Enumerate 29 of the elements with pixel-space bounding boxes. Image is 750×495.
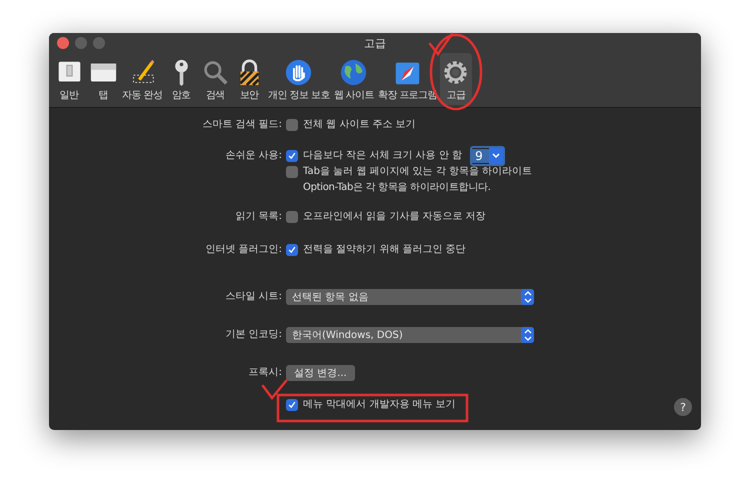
setting-label: 손쉬운 사용: (224, 149, 283, 163)
toolbar-tab[interactable]: 개인 정보 보호 (267, 53, 331, 105)
setting-label: 스타일 시트: (224, 290, 283, 304)
checkbox-label[interactable]: 오프라인에서 읽을 기사를 자동으로 저장 (303, 210, 486, 224)
change-settings-button[interactable]: 설정 변경... (286, 365, 355, 381)
toolbar-tab[interactable]: 자동 완성 (121, 53, 164, 105)
checkbox-label[interactable]: 전체 웹 사이트 주소 보기 (303, 118, 416, 132)
toolbar-tab[interactable]: 탭 (87, 53, 119, 105)
popup-menu[interactable]: 한국어(Windows, DOS) (286, 327, 534, 343)
setting-label: 읽기 목록: (234, 210, 283, 224)
toolbar-tab[interactable]: 보안 (233, 53, 266, 105)
font-size-combo-box[interactable]: 9 (470, 146, 505, 166)
checkbox-label[interactable]: 다음보다 작은 서체 크기 사용 안 함 (303, 149, 462, 163)
window-title: 고급 (364, 36, 386, 50)
setting-label: 프록시: (248, 366, 283, 380)
hint-text: Option-Tab은 각 항목을 하이라이트합니다. (302, 181, 491, 195)
toolbar-tab[interactable]: 암호 (165, 53, 198, 105)
toolbar-tab[interactable]: 검색 (199, 53, 232, 105)
help-button[interactable]: ? (674, 398, 692, 416)
setting-label: 기본 인코딩: (224, 328, 283, 342)
setting-label: 인터넷 플러그인: (204, 243, 283, 257)
toolbar-tab[interactable]: 일반 (53, 53, 85, 105)
checkbox-label[interactable]: 메뉴 막대에서 개발자용 메뉴 보기 (303, 398, 456, 412)
popup-menu[interactable]: 선택된 항목 없음 (286, 289, 534, 305)
checkbox-label[interactable]: Tab을 눌러 웹 페이지에 있는 각 항목을 하이라이트 (303, 165, 532, 179)
setting-label: 스마트 검색 필드: (201, 118, 283, 132)
toolbar-tab[interactable]: 고급 (440, 53, 472, 105)
checkbox-label[interactable]: 전력을 절약하기 위해 플러그인 중단 (303, 243, 466, 257)
toolbar-tab[interactable]: 웹 사이트 (332, 53, 375, 105)
